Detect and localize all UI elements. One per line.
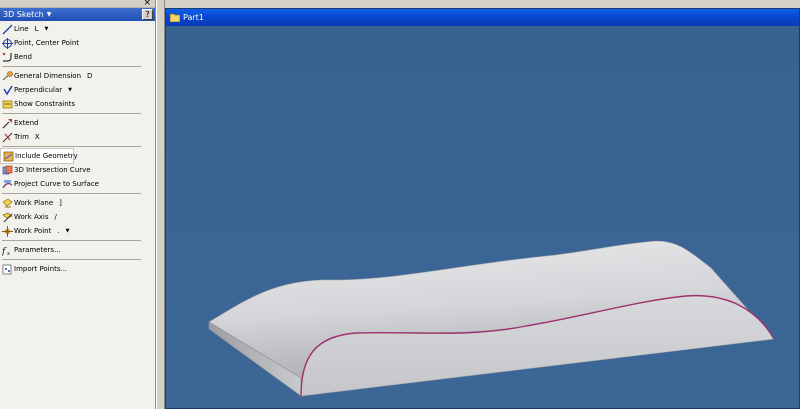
import-points-icon (2, 264, 12, 274)
tool-label: Work Axis (14, 213, 49, 221)
tool-shortcut: / (54, 213, 57, 221)
panel-topbar: × (0, 0, 155, 8)
browser-panel: × 3D Sketch ▼ ? Line L ▼ Point, Center Poin… (0, 0, 156, 409)
tool-label: Bend (14, 53, 32, 61)
tool-label: Trim (14, 133, 29, 141)
document-titlebar[interactable]: Part1 (166, 9, 799, 26)
show-constraints-icon (2, 100, 13, 108)
separator (2, 113, 141, 114)
trim-icon (2, 132, 13, 142)
tool-label: Show Constraints (14, 100, 76, 108)
panel-splitter[interactable] (156, 0, 165, 409)
document-window: Part1 (165, 8, 800, 409)
separator (2, 240, 141, 241)
work-axis-icon (2, 212, 13, 222)
line-icon (2, 24, 13, 34)
dropdown-arrow-icon[interactable]: ▼ (68, 87, 72, 93)
separator (2, 193, 141, 194)
general-dimension-icon (2, 70, 13, 80)
center-point-icon (2, 37, 13, 49)
tool-work-axis[interactable]: Work Axis / (0, 210, 155, 224)
tool-label: Perpendicular (14, 86, 63, 94)
tool-shortcut: . (57, 227, 60, 235)
tool-label: Work Plane (14, 199, 54, 207)
panel-header[interactable]: 3D Sketch ▼ ? (0, 8, 155, 21)
work-plane-icon (2, 198, 13, 207)
tool-extend[interactable]: Extend (0, 116, 155, 130)
tool-label: Extend (14, 119, 39, 127)
tool-label: Point, Center Point (14, 39, 79, 47)
tool-point-center-point[interactable]: Point, Center Point (0, 36, 155, 50)
panel-title: 3D Sketch (3, 10, 44, 19)
part-icon (170, 13, 180, 22)
separator (2, 259, 141, 260)
tool-label: Project Curve to Surface (14, 180, 99, 188)
include-geometry-icon (3, 151, 14, 161)
tool-perpendicular[interactable]: Perpendicular ▼ (0, 83, 155, 97)
tool-general-dimension[interactable]: General Dimension D (0, 69, 155, 83)
tool-shortcut: X (34, 133, 40, 141)
tool-line[interactable]: Line L ▼ (0, 22, 155, 36)
tool-shortcut: L (34, 25, 39, 33)
dropdown-arrow-icon[interactable]: ▼ (66, 228, 70, 234)
tool-shortcut: ] (59, 199, 62, 207)
tool-label: Work Point (14, 227, 52, 235)
separator (2, 146, 141, 147)
tool-label: Include Geometry (15, 152, 78, 160)
tool-project-curve-to-surface[interactable]: Project Curve to Surface (0, 177, 155, 191)
tool-label: Line (14, 25, 29, 33)
tool-list: Line L ▼ Point, Center Point Bend General Dim… (0, 21, 155, 276)
project-curve-icon (2, 179, 13, 188)
tool-3d-intersection-curve[interactable]: 3D Intersection Curve (0, 163, 155, 177)
intersection-curve-icon (2, 165, 13, 174)
tool-trim[interactable]: Trim X (0, 130, 155, 144)
tool-shortcut: D (87, 72, 93, 80)
chevron-down-icon[interactable]: ▼ (47, 11, 52, 18)
svg-text:x: x (7, 251, 10, 256)
tool-parameters[interactable]: f x Parameters... (0, 243, 155, 257)
tool-label: Parameters... (14, 246, 61, 254)
tool-work-point[interactable]: Work Point. ▼ (0, 224, 155, 238)
bend-icon (2, 52, 12, 62)
help-button[interactable]: ? (142, 9, 153, 20)
graphics-viewport[interactable] (166, 26, 799, 408)
tool-show-constraints[interactable]: Show Constraints (0, 97, 155, 111)
tool-bend[interactable]: Bend (0, 50, 155, 64)
perpendicular-icon (3, 85, 13, 95)
document-title: Part1 (183, 13, 204, 22)
tool-label: 3D Intersection Curve (14, 166, 91, 174)
tool-label: General Dimension (14, 72, 82, 80)
tool-work-plane[interactable]: Work Plane] (0, 196, 155, 210)
tool-label: Import Points... (14, 265, 68, 273)
separator (2, 66, 141, 67)
work-point-icon (2, 225, 13, 237)
dropdown-arrow-icon[interactable]: ▼ (45, 26, 49, 32)
extend-icon (2, 118, 12, 128)
parameters-icon: fx (2, 247, 10, 256)
tool-include-geometry[interactable]: Include Geometry (0, 148, 78, 164)
tool-import-points[interactable]: Import Points... (0, 262, 155, 276)
part-model-view[interactable] (166, 26, 799, 408)
